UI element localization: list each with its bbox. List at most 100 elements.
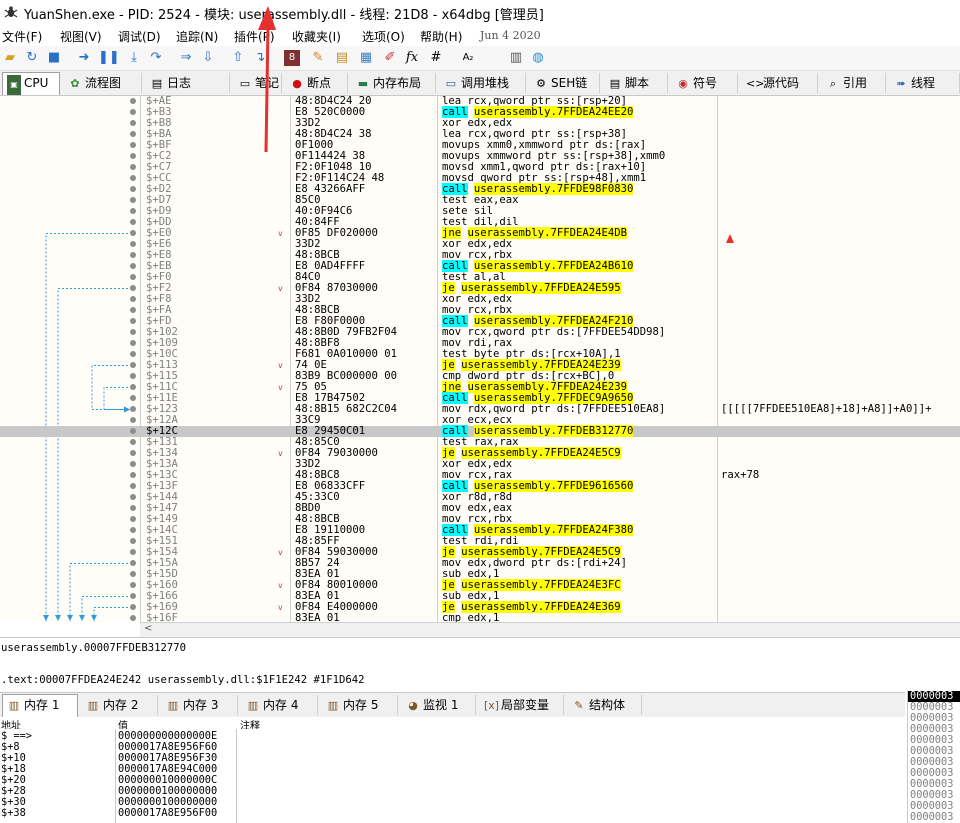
breakpoint-dot[interactable] xyxy=(130,582,136,588)
breakpoint-dot[interactable] xyxy=(130,593,136,599)
breakpoint-dot[interactable] xyxy=(130,472,136,478)
execute-till-return-icon[interactable]: ⇧ xyxy=(230,50,246,66)
tab-script[interactable]: ▤ 脚本 xyxy=(604,73,668,93)
tab-threads[interactable]: ➠ 线程 xyxy=(890,73,960,93)
tab-cpu[interactable]: ▣ CPU xyxy=(2,72,60,95)
breakpoint-dot[interactable] xyxy=(130,384,136,390)
breakpoint-dot[interactable] xyxy=(130,153,136,159)
breakpoint-dot[interactable] xyxy=(130,604,136,610)
calculator-icon[interactable]: ▥ xyxy=(508,50,524,66)
memory-row[interactable]: $+38 0000017A8E956F00 xyxy=(0,808,905,819)
menu-favorites[interactable]: 收藏夹(I) xyxy=(292,28,341,45)
breakpoint-dot[interactable] xyxy=(130,120,136,126)
trace-over-icon[interactable]: ⇩ xyxy=(200,50,216,66)
tab-graph[interactable]: ✿ 流程图 xyxy=(64,73,142,93)
breakpoint-dot[interactable] xyxy=(130,406,136,412)
tab-symbols[interactable]: ◉ 符号 xyxy=(672,73,738,93)
mem-tab-5[interactable]: ▥ 内存 5 xyxy=(322,695,398,715)
menu-plugins[interactable]: 插件(P) xyxy=(234,28,275,45)
breakpoint-dot[interactable] xyxy=(130,197,136,203)
step-into-icon[interactable]: ⤓ xyxy=(126,50,142,66)
breakpoint-dot[interactable] xyxy=(130,615,136,621)
tab-notes[interactable]: ▭ 笔记 xyxy=(234,73,282,93)
breakpoint-dot[interactable] xyxy=(130,208,136,214)
tab-memory-map[interactable]: ▬ 内存布局 xyxy=(352,73,436,93)
step-over-icon[interactable]: ↷ xyxy=(148,50,164,66)
menu-help[interactable]: 帮助(H) xyxy=(420,28,462,45)
mem-tab-4[interactable]: ▥ 内存 4 xyxy=(242,695,318,715)
breakpoint-dot[interactable] xyxy=(130,439,136,445)
expression-icon[interactable]: fx xyxy=(404,50,420,66)
breakpoint-dot[interactable] xyxy=(130,428,136,434)
tab-log[interactable]: ▤ 日志 xyxy=(146,73,230,93)
mem-tab-1[interactable]: ▥ 内存 1 xyxy=(2,694,78,717)
mem-tab-6[interactable]: ◕ 监视 1 xyxy=(402,695,476,715)
breakpoint-dot[interactable] xyxy=(130,175,136,181)
breakpoint-dot[interactable] xyxy=(130,571,136,577)
breakpoint-dot[interactable] xyxy=(130,516,136,522)
run-icon[interactable]: ➜ xyxy=(76,50,92,66)
stop-icon[interactable]: ■ xyxy=(46,50,62,66)
tab-references[interactable]: ⌕ 引用 xyxy=(822,73,886,93)
breakpoint-dot[interactable] xyxy=(130,186,136,192)
breakpoint-dot[interactable] xyxy=(130,329,136,335)
restart-icon[interactable]: ↻ xyxy=(24,50,40,66)
patch-icon[interactable]: 8 xyxy=(284,50,300,66)
pause-icon[interactable]: ❚❚ xyxy=(98,50,120,66)
breakpoint-dot[interactable] xyxy=(130,450,136,456)
menu-view[interactable]: 视图(V) xyxy=(60,28,102,45)
mem-tab-8[interactable]: ✎ 结构体 xyxy=(568,695,642,715)
stack-panel[interactable]: 0000003 0000003 0000003 0000003 0000003 00000… xyxy=(907,690,960,823)
menu-debug[interactable]: 调试(D) xyxy=(118,28,161,45)
tab-seh[interactable]: ⚙ SEH链 xyxy=(530,73,600,93)
scroll-left-icon[interactable]: < xyxy=(144,623,152,634)
breakpoint-dot[interactable] xyxy=(130,373,136,379)
breakpoint-dot[interactable] xyxy=(130,109,136,115)
breakpoint-dot[interactable] xyxy=(130,417,136,423)
function-icon[interactable]: ✐ xyxy=(382,50,398,66)
breakpoint-dot[interactable] xyxy=(130,538,136,544)
stack-row[interactable]: 0000003 xyxy=(910,812,953,823)
breakpoint-dot[interactable] xyxy=(130,395,136,401)
breakpoint-dot[interactable] xyxy=(130,340,136,346)
breakpoint-dot[interactable] xyxy=(130,494,136,500)
breakpoint-dot[interactable] xyxy=(130,461,136,467)
breakpoint-dot[interactable] xyxy=(130,549,136,555)
mem-tab-3[interactable]: ▥ 内存 3 xyxy=(162,695,238,715)
breakpoint-dot[interactable] xyxy=(130,318,136,324)
comment-icon[interactable]: ✎ xyxy=(310,50,326,66)
breakpoint-dot[interactable] xyxy=(130,362,136,368)
breakpoint-dot[interactable] xyxy=(130,307,136,313)
trace-into-icon[interactable]: ⇒ xyxy=(178,50,194,66)
bookmark-icon[interactable]: ▦ xyxy=(358,50,374,66)
hash-icon[interactable]: # xyxy=(428,50,444,66)
tab-call-stack[interactable]: ▭ 调用堆栈 xyxy=(440,73,526,93)
breakpoint-dot[interactable] xyxy=(130,241,136,247)
breakpoint-dot[interactable] xyxy=(130,274,136,280)
breakpoint-dot[interactable] xyxy=(130,560,136,566)
breakpoint-dot[interactable] xyxy=(130,164,136,170)
memory-table[interactable]: $ ==> 000000000000000E $+8 0000017A8E956F60… xyxy=(0,729,905,823)
disassembly-view[interactable]: $+AE 48:8D4C24 20 lea rcx,qword ptr ss:[rs… xyxy=(0,96,960,622)
menu-file[interactable]: 文件(F) xyxy=(2,28,42,45)
open-icon[interactable]: ▰ xyxy=(2,50,18,66)
breakpoint-dot[interactable] xyxy=(130,527,136,533)
label-icon[interactable]: ▤ xyxy=(334,50,350,66)
disasm-row[interactable]: $+16F 83EA 01 cmp edx,1 xyxy=(0,613,960,622)
mem-tab-7[interactable]: [x] 局部变量 xyxy=(480,695,564,715)
breakpoint-dot[interactable] xyxy=(130,131,136,137)
breakpoint-dot[interactable] xyxy=(130,219,136,225)
horizontal-scrollbar[interactable]: < xyxy=(140,622,960,637)
breakpoint-dot[interactable] xyxy=(130,483,136,489)
breakpoint-dot[interactable] xyxy=(130,98,136,104)
font-icon[interactable]: A₂ xyxy=(460,50,476,66)
mem-tab-2[interactable]: ▥ 内存 2 xyxy=(82,695,158,715)
breakpoint-dot[interactable] xyxy=(130,252,136,258)
breakpoint-dot[interactable] xyxy=(130,351,136,357)
breakpoint-dot[interactable] xyxy=(130,296,136,302)
update-icon[interactable]: ◍ xyxy=(530,50,546,66)
menu-trace[interactable]: 追踪(N) xyxy=(176,28,218,45)
breakpoint-dot[interactable] xyxy=(130,142,136,148)
breakpoint-dot[interactable] xyxy=(130,285,136,291)
tab-breakpoints[interactable]: ● 断点 xyxy=(286,73,348,93)
